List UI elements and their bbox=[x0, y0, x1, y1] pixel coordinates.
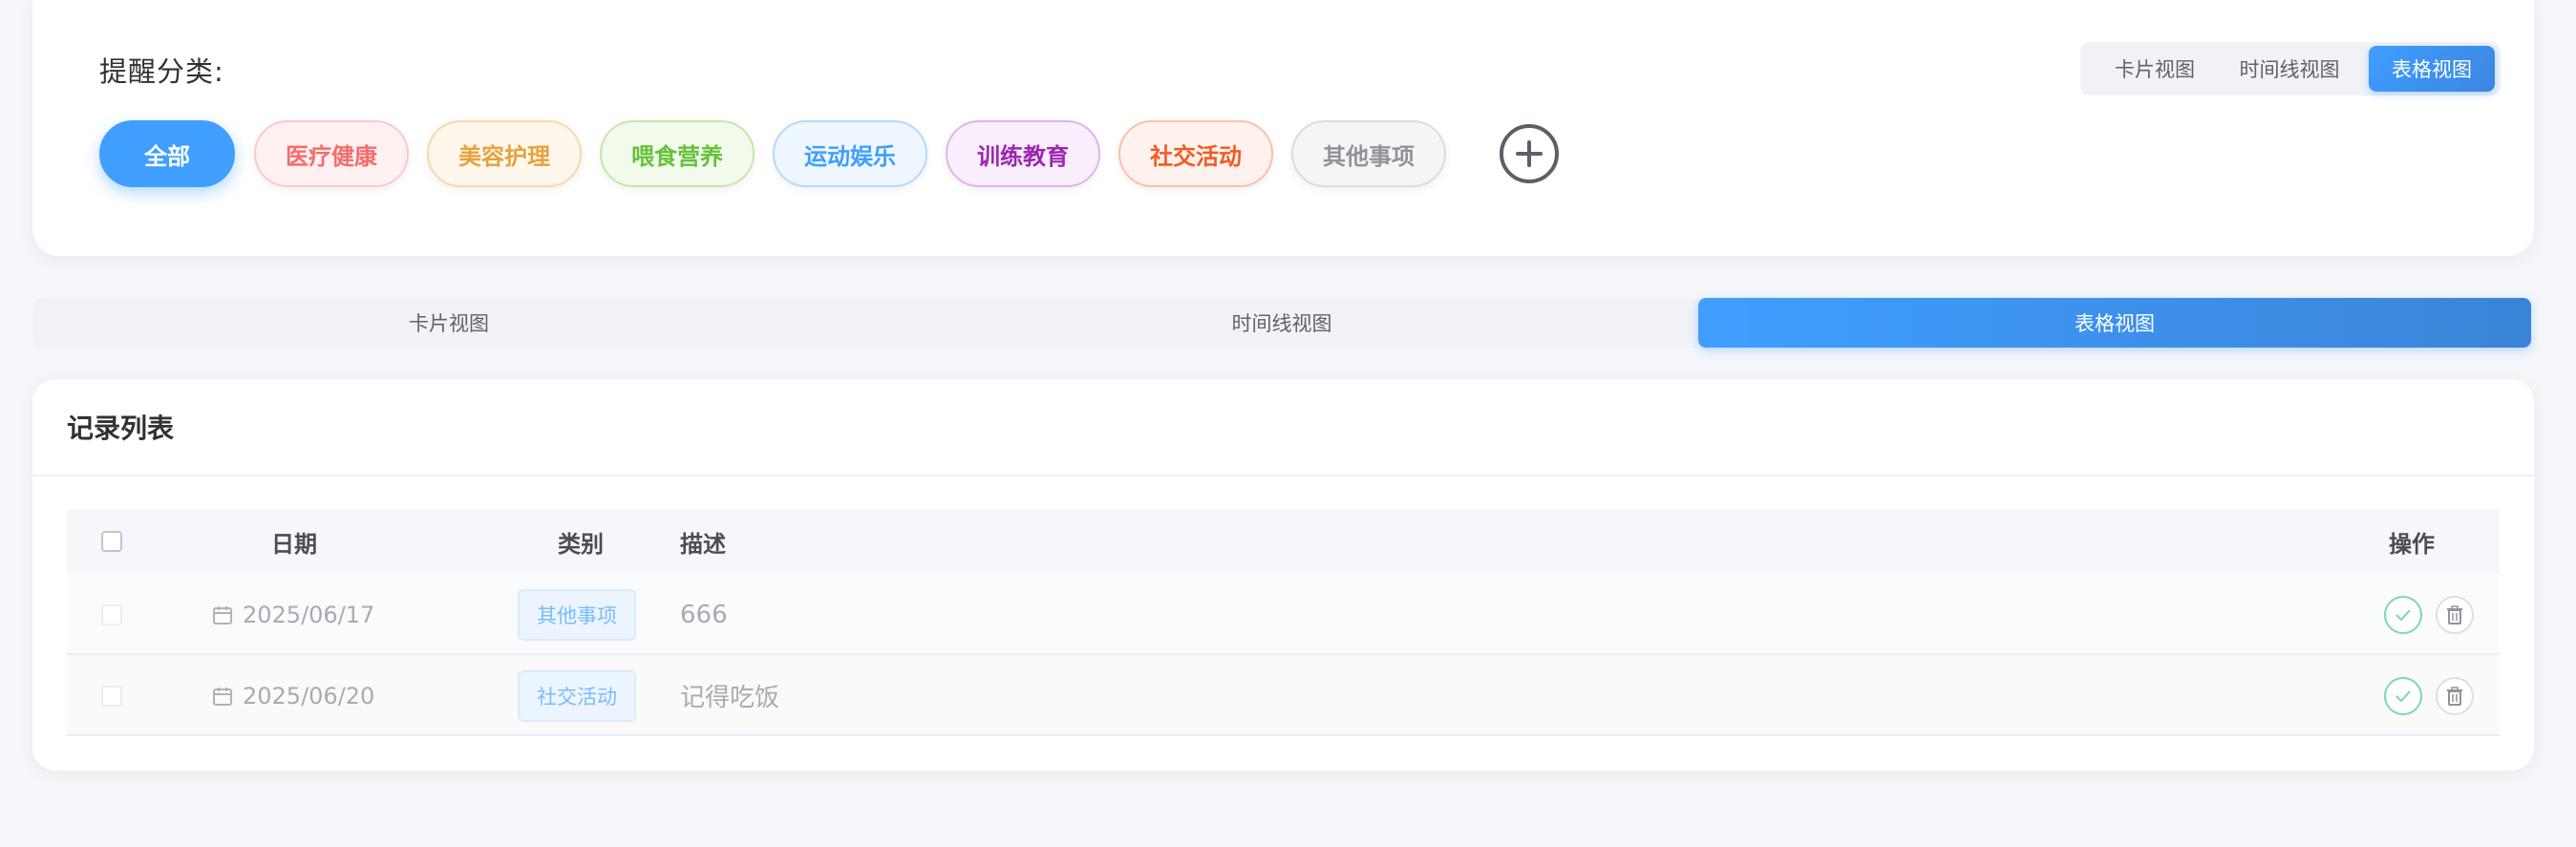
description-text: 记得吃饭 bbox=[680, 684, 780, 712]
description-text: 666 bbox=[680, 600, 728, 629]
records-table: 日期 类别 描述 操作 2025/06/17 其他事项 666 2025/06/… bbox=[67, 509, 2500, 736]
column-description: 描述 bbox=[680, 530, 726, 558]
table-row: 2025/06/17 其他事项 666 bbox=[67, 574, 2500, 655]
tag-other[interactable]: 其他事项 bbox=[1291, 120, 1446, 187]
tab-table-view[interactable]: 表格视图 bbox=[1698, 298, 2531, 348]
calendar-icon bbox=[213, 687, 232, 706]
mini-view-switch: 卡片视图 时间线视图 表格视图 bbox=[2080, 42, 2501, 95]
category-cell: 社交活动 bbox=[518, 655, 636, 736]
tag-beauty[interactable]: 美容护理 bbox=[427, 120, 582, 187]
filter-card: 提醒分类: 卡片视图 时间线视图 表格视图 全部 医疗健康 美容护理 喂食营养 … bbox=[32, 0, 2534, 256]
tag-social[interactable]: 社交活动 bbox=[1118, 120, 1273, 187]
calendar-icon bbox=[213, 605, 232, 625]
select-all-cell bbox=[101, 509, 122, 574]
date-cell: 2025/06/17 bbox=[212, 574, 374, 655]
trash-icon bbox=[2447, 604, 2462, 625]
category-cell: 其他事项 bbox=[518, 574, 636, 655]
tag-all[interactable]: 全部 bbox=[99, 120, 235, 187]
complete-button[interactable] bbox=[2384, 595, 2422, 634]
delete-button[interactable] bbox=[2436, 595, 2474, 634]
check-icon bbox=[2395, 689, 2411, 702]
page: 提醒分类: 卡片视图 时间线视图 表格视图 全部 医疗健康 美容护理 喂食营养 … bbox=[0, 0, 2576, 847]
mini-tab-card-view[interactable]: 卡片视图 bbox=[2088, 46, 2222, 92]
tab-timeline-view[interactable]: 时间线视图 bbox=[865, 298, 1698, 348]
description-cell: 记得吃饭 bbox=[680, 655, 779, 736]
table-header: 日期 类别 描述 操作 bbox=[67, 509, 2500, 574]
row-checkbox[interactable] bbox=[101, 603, 122, 625]
date-text: 2025/06/20 bbox=[243, 682, 375, 709]
row-select-cell bbox=[101, 574, 122, 655]
tag-training[interactable]: 训练教育 bbox=[946, 120, 1100, 187]
divider bbox=[32, 475, 2534, 476]
category-badge: 其他事项 bbox=[518, 588, 636, 641]
actions-cell bbox=[2384, 655, 2474, 736]
add-category-button[interactable] bbox=[1500, 124, 1559, 183]
check-icon bbox=[2395, 608, 2411, 621]
actions-cell bbox=[2384, 574, 2474, 655]
description-cell: 666 bbox=[680, 574, 728, 655]
row-checkbox[interactable] bbox=[101, 685, 122, 707]
delete-button[interactable] bbox=[2436, 676, 2474, 715]
mini-tab-timeline-view[interactable]: 时间线视图 bbox=[2224, 46, 2355, 92]
view-switch: 卡片视图 时间线视图 表格视图 bbox=[32, 298, 2531, 348]
row-select-cell bbox=[101, 655, 122, 736]
column-date[interactable]: 日期 bbox=[229, 509, 359, 574]
date-text: 2025/06/17 bbox=[243, 601, 375, 628]
filter-label: 提醒分类: bbox=[99, 55, 224, 88]
select-all-checkbox[interactable] bbox=[101, 531, 122, 552]
category-badge: 社交活动 bbox=[518, 669, 636, 722]
mini-tab-table-view[interactable]: 表格视图 bbox=[2369, 46, 2495, 92]
tab-card-view[interactable]: 卡片视图 bbox=[32, 298, 865, 348]
complete-button[interactable] bbox=[2384, 676, 2422, 715]
records-title: 记录列表 bbox=[67, 413, 175, 444]
date-cell: 2025/06/20 bbox=[212, 655, 374, 736]
column-actions: 操作 bbox=[2389, 530, 2435, 558]
plus-icon bbox=[1516, 140, 1543, 167]
table-row: 2025/06/20 社交活动 记得吃饭 bbox=[67, 655, 2500, 736]
column-category: 类别 bbox=[558, 530, 604, 558]
tag-sport[interactable]: 运动娱乐 bbox=[773, 120, 927, 187]
trash-icon bbox=[2447, 686, 2462, 706]
records-card: 记录列表 日期 类别 描述 操作 2025/06/17 其他事项 666 202… bbox=[32, 379, 2534, 771]
tag-food[interactable]: 喂食营养 bbox=[600, 120, 755, 187]
tag-medical[interactable]: 医疗健康 bbox=[254, 120, 409, 187]
